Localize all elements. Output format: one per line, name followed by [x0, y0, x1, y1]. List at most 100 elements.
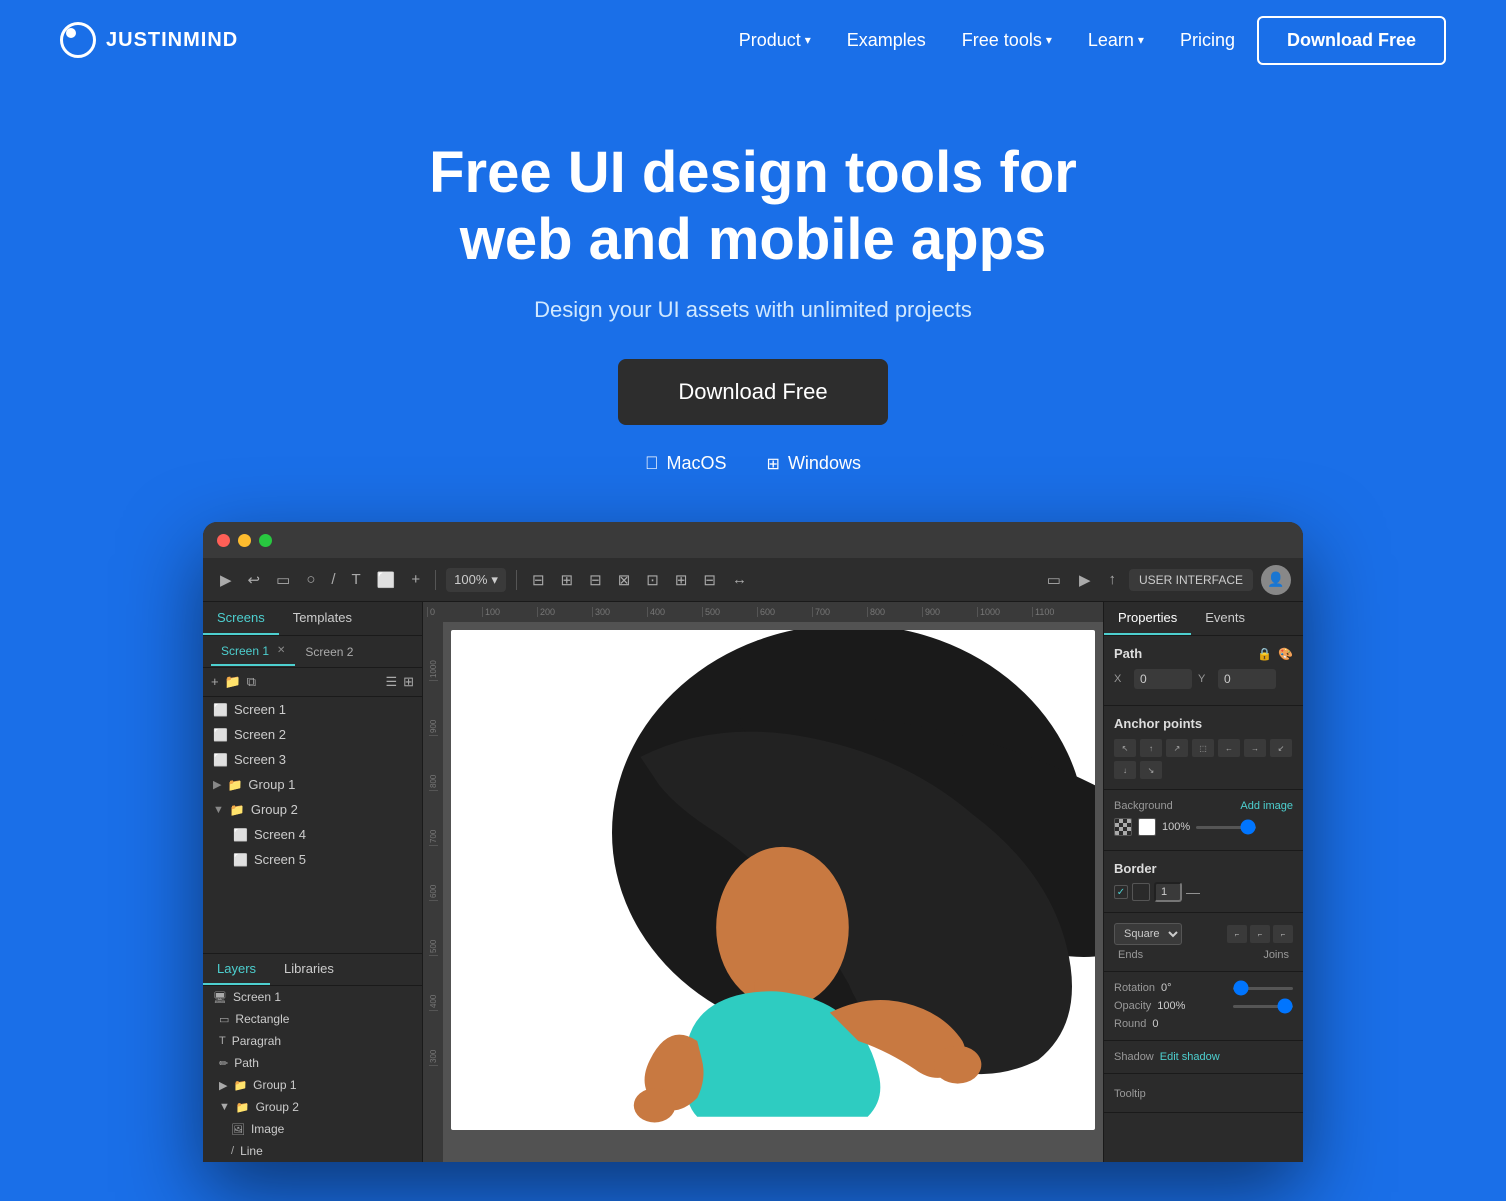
layer-paragraph[interactable]: T Paragrah: [203, 1030, 422, 1052]
select-tool[interactable]: ▶: [215, 567, 237, 593]
group-item-1[interactable]: ▶ 📁 Group 1: [203, 772, 422, 797]
bg-row: 100%: [1114, 818, 1293, 836]
nav-link-product[interactable]: Product ▾: [725, 22, 825, 59]
border-checkbox[interactable]: ✓: [1114, 885, 1128, 899]
tab-libraries[interactable]: Libraries: [270, 954, 348, 985]
layer-screen-1[interactable]: 🖥 Screen 1: [203, 986, 422, 1008]
ruler-v-500: 500: [429, 901, 438, 956]
align-tool-4[interactable]: ⊠: [613, 567, 636, 593]
border-color-swatch[interactable]: [1132, 883, 1150, 901]
anchor-btn-9[interactable]: ↘: [1140, 761, 1162, 779]
logo[interactable]: JUSTINMIND: [60, 22, 238, 58]
layer-line[interactable]: / Line: [203, 1140, 422, 1162]
user-avatar[interactable]: 👤: [1261, 565, 1291, 595]
zoom-control[interactable]: 100% ▾: [446, 568, 506, 592]
device-icon[interactable]: ▭: [1042, 567, 1066, 593]
opacity-slider-2[interactable]: [1233, 1005, 1293, 1008]
layer-group-2[interactable]: ▼ 📁 Group 2: [203, 1096, 422, 1118]
grid-view-icon[interactable]: ⊞: [403, 674, 414, 690]
hero-download-button[interactable]: Download Free: [618, 359, 887, 425]
layer-group-1[interactable]: ▶ 📁 Group 1: [203, 1074, 422, 1096]
align-tool-2[interactable]: ⊞: [556, 567, 579, 593]
lock-icon[interactable]: 🔒: [1257, 647, 1272, 661]
screen-item-5[interactable]: ⬜ Screen 5: [223, 847, 422, 872]
anchor-btn-1[interactable]: ↖: [1114, 739, 1136, 757]
windows-link[interactable]: ⊞ Windows: [767, 453, 861, 474]
tab-layers[interactable]: Layers: [203, 954, 270, 985]
path-title: Path 🔒 🎨: [1114, 646, 1293, 661]
layer-rectangle[interactable]: ▭ Rectangle: [203, 1008, 422, 1030]
image-tool[interactable]: ⬜: [372, 567, 401, 593]
border-style-control[interactable]: —: [1186, 884, 1200, 900]
corner-btn-1[interactable]: ⌐: [1227, 925, 1247, 943]
edit-shadow-link[interactable]: Edit shadow: [1160, 1051, 1220, 1063]
align-tool-8[interactable]: ↔: [727, 567, 752, 592]
canvas-area: 0 100 200 300 400 500 600 700 800 900 10…: [423, 602, 1103, 1162]
list-view-icon[interactable]: ☰: [385, 674, 397, 690]
nav-link-free-tools[interactable]: Free tools ▾: [948, 22, 1066, 59]
duplicate-icon[interactable]: ⧉: [247, 674, 256, 690]
folder-icon[interactable]: 📁: [225, 674, 241, 690]
window-close-button[interactable]: [217, 534, 230, 547]
white-swatch[interactable]: [1138, 818, 1156, 836]
transparent-swatch[interactable]: [1114, 818, 1132, 836]
opacity-row: Opacity 100%: [1114, 1000, 1293, 1012]
add-tool[interactable]: +: [406, 567, 425, 592]
window-minimize-button[interactable]: [238, 534, 251, 547]
tool-2[interactable]: ↩: [243, 567, 266, 593]
screen-tab-2[interactable]: Screen 2: [295, 639, 363, 665]
anchor-btn-3[interactable]: ↗: [1166, 739, 1188, 757]
add-screen-icon[interactable]: +: [211, 674, 219, 690]
tab-screens[interactable]: Screens: [203, 602, 279, 635]
share-icon[interactable]: ↑: [1103, 567, 1121, 592]
window-maximize-button[interactable]: [259, 534, 272, 547]
nav-download-button[interactable]: Download Free: [1257, 16, 1446, 65]
app-main: Screens Templates Screen 1 ✕ Screen 2: [203, 602, 1303, 1162]
chevron-down-icon: ▾: [1138, 33, 1144, 47]
shape-select[interactable]: Square: [1114, 923, 1182, 945]
align-tool-5[interactable]: ⊡: [641, 567, 664, 593]
anchor-btn-2[interactable]: ↑: [1140, 739, 1162, 757]
rotation-slider[interactable]: [1233, 987, 1293, 990]
section-background: Background Add image 100%: [1104, 790, 1303, 851]
screen-item-3[interactable]: ⬜ Screen 3: [203, 747, 422, 772]
align-tool-3[interactable]: ⊟: [584, 567, 607, 593]
nav-link-pricing[interactable]: Pricing: [1166, 22, 1249, 59]
group-item-2[interactable]: ▼ 📁 Group 2: [203, 797, 422, 822]
nav-link-examples[interactable]: Examples: [833, 22, 940, 59]
layer-image[interactable]: 🖼 Image: [203, 1118, 422, 1140]
border-width-input[interactable]: [1154, 882, 1182, 902]
screen-tab-1[interactable]: Screen 1 ✕: [211, 638, 295, 666]
anchor-btn-6[interactable]: →: [1244, 739, 1266, 757]
tab-events[interactable]: Events: [1191, 602, 1259, 635]
screen-item-4[interactable]: ⬜ Screen 4: [223, 822, 422, 847]
anchor-btn-4[interactable]: ⬚: [1192, 739, 1214, 757]
corner-btn-3[interactable]: ⌐: [1273, 925, 1293, 943]
screen-item-2[interactable]: ⬜ Screen 2: [203, 722, 422, 747]
corner-btn-2[interactable]: ⌐: [1250, 925, 1270, 943]
line-tool[interactable]: /: [326, 567, 340, 592]
anchor-btn-7[interactable]: ↙: [1270, 739, 1292, 757]
tab-properties[interactable]: Properties: [1104, 602, 1191, 635]
anchor-btn-5[interactable]: ←: [1218, 739, 1240, 757]
circle-tool[interactable]: ○: [301, 567, 320, 592]
align-tool-7[interactable]: ⊟: [698, 567, 721, 593]
text-tool[interactable]: T: [347, 567, 366, 592]
anchor-btn-8[interactable]: ↓: [1114, 761, 1136, 779]
play-icon[interactable]: ▶: [1074, 567, 1096, 593]
canvas-content[interactable]: [451, 630, 1095, 1130]
color-icon[interactable]: 🎨: [1278, 647, 1293, 661]
align-tool-6[interactable]: ⊞: [670, 567, 693, 593]
align-tool-1[interactable]: ⊟: [527, 567, 550, 593]
nav-link-learn[interactable]: Learn ▾: [1074, 22, 1158, 59]
screen-item-1[interactable]: ⬜ Screen 1: [203, 697, 422, 722]
y-input[interactable]: [1218, 669, 1276, 689]
layer-path[interactable]: ✏ Path: [203, 1052, 422, 1074]
rect-tool[interactable]: ▭: [271, 567, 295, 593]
close-icon[interactable]: ✕: [277, 645, 285, 656]
macos-link[interactable]:  MacOS: [645, 453, 727, 474]
x-input[interactable]: [1134, 669, 1192, 689]
tab-templates[interactable]: Templates: [279, 602, 366, 635]
add-image-link[interactable]: Add image: [1240, 800, 1293, 812]
opacity-slider[interactable]: [1196, 826, 1256, 829]
